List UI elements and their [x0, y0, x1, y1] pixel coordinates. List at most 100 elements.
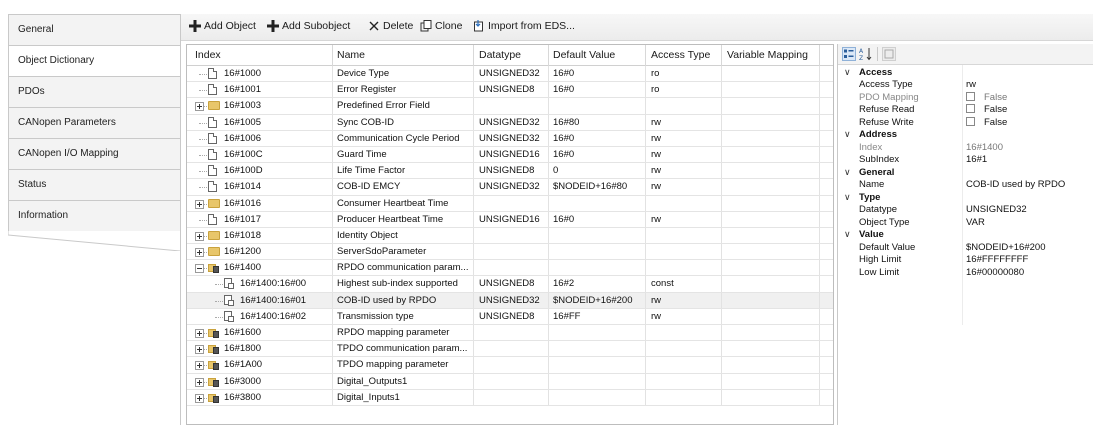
- property-index[interactable]: Index 16#1400: [838, 142, 1093, 154]
- expand-icon[interactable]: [195, 199, 204, 209]
- property-pages-icon[interactable]: [882, 47, 896, 61]
- expand-icon[interactable]: [195, 345, 204, 355]
- property-value[interactable]: UNSIGNED32: [966, 204, 1027, 215]
- tab-object-dictionary[interactable]: Object Dictionary: [8, 45, 180, 76]
- cell-name[interactable]: Error Register: [337, 84, 396, 95]
- cell-access[interactable]: rw: [651, 214, 661, 225]
- cell-default[interactable]: 16#0: [553, 68, 574, 79]
- cell-datatype[interactable]: UNSIGNED8: [479, 278, 534, 289]
- cell-default[interactable]: $NODEID+16#200: [553, 295, 632, 306]
- chevron-down-icon[interactable]: ∨: [844, 229, 851, 240]
- tab-information[interactable]: Information: [8, 200, 180, 231]
- cell-access[interactable]: const: [651, 278, 674, 289]
- category-address[interactable]: ∨ Address: [838, 129, 1093, 141]
- cell-name[interactable]: COB-ID EMCY: [337, 181, 400, 192]
- cell-access[interactable]: ro: [651, 68, 659, 79]
- cell-default[interactable]: 0: [553, 165, 558, 176]
- chevron-down-icon[interactable]: ∨: [844, 67, 851, 78]
- collapse-icon[interactable]: [195, 264, 204, 274]
- cell-name[interactable]: Life Time Factor: [337, 165, 405, 176]
- property-value[interactable]: False: [966, 104, 1007, 115]
- column-header-index[interactable]: Index: [195, 49, 221, 61]
- expand-icon[interactable]: [195, 329, 204, 338]
- checkbox[interactable]: [966, 91, 975, 101]
- table-row[interactable]: 16#1005 Sync COB-ID UNSIGNED32 16#80 rw: [187, 114, 833, 131]
- expand-icon[interactable]: [195, 248, 204, 258]
- object-dictionary-table[interactable]: Index Name Datatype Default Value Access…: [186, 44, 834, 425]
- cell-name[interactable]: Identity Object: [337, 230, 398, 241]
- cell-access[interactable]: rw: [651, 133, 661, 144]
- add-subobject-button[interactable]: Add Subobject: [267, 20, 350, 32]
- column-header-default-value[interactable]: Default Value: [553, 49, 615, 61]
- tab-pdos[interactable]: PDOs: [8, 76, 180, 107]
- table-row[interactable]: 16#1400:16#01 COB-ID used by RPDO UNSIGNED…: [187, 292, 833, 309]
- cell-name[interactable]: Device Type: [337, 68, 389, 79]
- table-row[interactable]: 16#1800 TPDO communication param...: [187, 341, 833, 358]
- tab-status[interactable]: Status: [8, 169, 180, 200]
- property-low-limit[interactable]: Low Limit 16#00000080: [838, 267, 1093, 279]
- cell-name[interactable]: Producer Heartbeat Time: [337, 214, 443, 225]
- table-row[interactable]: 16#100D Life Time Factor UNSIGNED8 0 rw: [187, 163, 833, 180]
- cell-access[interactable]: rw: [651, 165, 661, 176]
- checkbox[interactable]: [966, 116, 975, 126]
- alphabetical-sort-icon[interactable]: AZ: [859, 47, 873, 62]
- property-value[interactable]: False: [966, 91, 1007, 103]
- cell-name[interactable]: Digital_Outputs1: [337, 376, 407, 387]
- category-type[interactable]: ∨ Type: [838, 192, 1093, 204]
- column-header-access-type[interactable]: Access Type: [651, 49, 710, 61]
- table-row[interactable]: 16#1014 COB-ID EMCY UNSIGNED32 $NODEID+16#8…: [187, 179, 833, 196]
- chevron-down-icon[interactable]: ∨: [844, 192, 851, 203]
- cell-datatype[interactable]: UNSIGNED16: [479, 214, 540, 225]
- cell-default[interactable]: 16#FF: [553, 311, 580, 322]
- cell-datatype[interactable]: UNSIGNED8: [479, 165, 534, 176]
- table-row[interactable]: 16#1016 Consumer Heartbeat Time: [187, 195, 833, 212]
- cell-name[interactable]: TPDO mapping parameter: [337, 359, 448, 370]
- property-value[interactable]: 16#FFFFFFFF: [966, 254, 1028, 265]
- table-row[interactable]: 16#1600 RPDO mapping parameter: [187, 325, 833, 342]
- cell-default[interactable]: 16#0: [553, 149, 574, 160]
- cell-name[interactable]: Predefined Error Field: [337, 100, 430, 111]
- cell-name[interactable]: Sync COB-ID: [337, 117, 394, 128]
- column-header-name[interactable]: Name: [337, 49, 365, 61]
- cell-name[interactable]: TPDO communication param...: [337, 343, 467, 354]
- table-row[interactable]: 16#1400:16#02 Transmission type UNSIGNED8 1…: [187, 308, 833, 325]
- cell-access[interactable]: ro: [651, 84, 659, 95]
- property-default-value[interactable]: Default Value $NODEID+16#200: [838, 242, 1093, 254]
- table-row[interactable]: 16#1006 Communication Cycle Period UNSIGNE…: [187, 130, 833, 147]
- property-value[interactable]: 16#1: [966, 154, 987, 165]
- cell-datatype[interactable]: UNSIGNED16: [479, 149, 540, 160]
- property-datatype[interactable]: Datatype UNSIGNED32: [838, 204, 1093, 216]
- delete-button[interactable]: Delete: [368, 20, 413, 32]
- cell-name[interactable]: Communication Cycle Period: [337, 133, 460, 144]
- table-row[interactable]: 16#1A00 TPDO mapping parameter: [187, 357, 833, 374]
- expand-icon[interactable]: [195, 231, 204, 241]
- cell-access[interactable]: rw: [651, 149, 661, 160]
- table-row[interactable]: 16#1001 Error Register UNSIGNED8 16#0 ro: [187, 82, 833, 99]
- cell-default[interactable]: $NODEID+16#80: [553, 181, 627, 192]
- category-value[interactable]: ∨ Value: [838, 229, 1093, 241]
- table-row[interactable]: 16#3000 Digital_Outputs1: [187, 373, 833, 390]
- chevron-down-icon[interactable]: ∨: [844, 167, 851, 178]
- property-value[interactable]: $NODEID+16#200: [966, 242, 1045, 253]
- table-row[interactable]: 16#1200 ServerSdoParameter: [187, 244, 833, 261]
- table-row[interactable]: 16#3800 Digital_Inputs1: [187, 389, 833, 406]
- property-value[interactable]: VAR: [966, 217, 985, 228]
- cell-datatype[interactable]: UNSIGNED32: [479, 117, 540, 128]
- expand-icon[interactable]: [195, 377, 204, 387]
- cell-access[interactable]: rw: [651, 117, 661, 128]
- cell-name[interactable]: Highest sub-index supported: [337, 278, 458, 289]
- categorized-icon[interactable]: [842, 47, 856, 61]
- tab-general[interactable]: General: [8, 14, 180, 45]
- property-name[interactable]: Name COB-ID used by RPDO: [838, 179, 1093, 191]
- cell-access[interactable]: rw: [651, 311, 661, 322]
- tab-canopen-io-mapping[interactable]: CANopen I/O Mapping: [8, 138, 180, 169]
- cell-datatype[interactable]: UNSIGNED8: [479, 311, 534, 322]
- cell-default[interactable]: 16#0: [553, 84, 574, 95]
- cell-name[interactable]: Transmission type: [337, 311, 414, 322]
- cell-default[interactable]: 16#2: [553, 278, 574, 289]
- table-row[interactable]: 16#1003 Predefined Error Field: [187, 98, 833, 115]
- category-access[interactable]: ∨ Access: [838, 67, 1093, 79]
- property-value[interactable]: 16#00000080: [966, 267, 1024, 278]
- property-value[interactable]: rw: [966, 79, 976, 90]
- cell-datatype[interactable]: UNSIGNED8: [479, 84, 534, 95]
